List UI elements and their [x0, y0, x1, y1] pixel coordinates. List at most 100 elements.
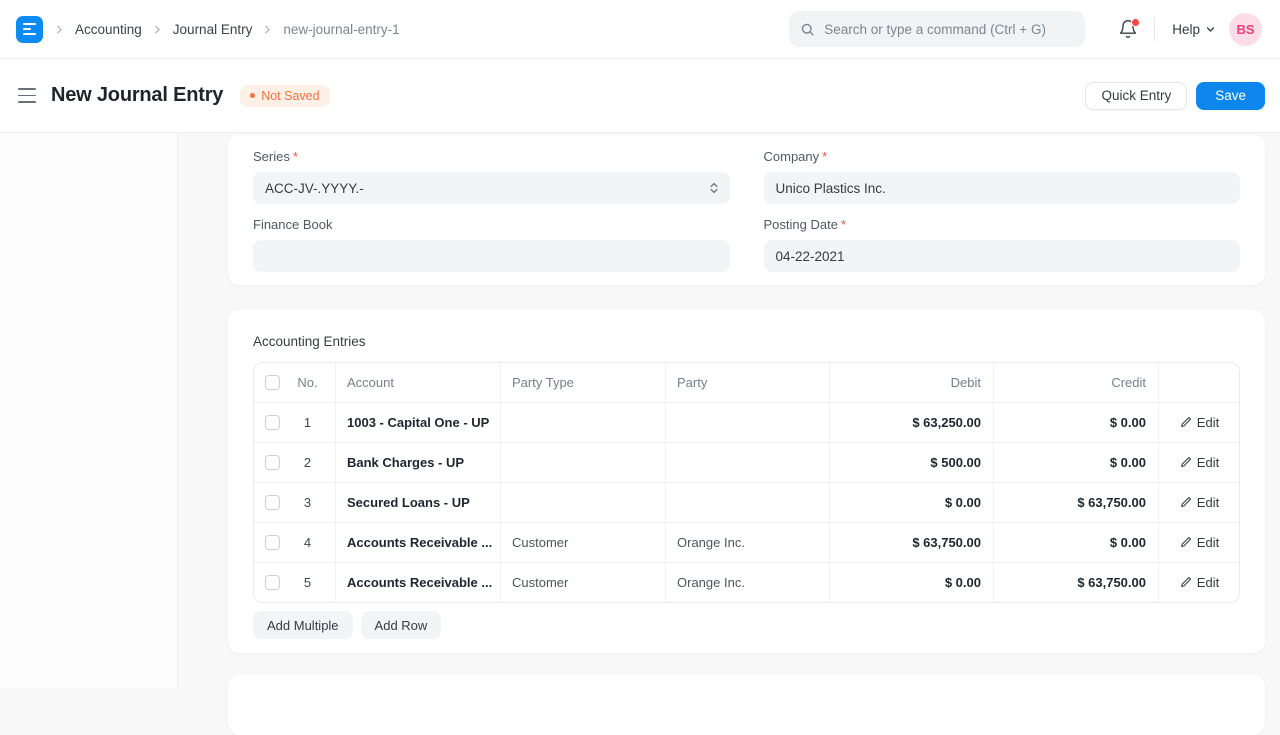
chevron-right-icon — [151, 23, 164, 36]
account-cell[interactable]: Bank Charges - UP — [336, 443, 501, 482]
header-cell-party: Party — [666, 363, 830, 402]
field-input-finance-book[interactable] — [253, 240, 730, 272]
header-cell-edit — [1159, 363, 1239, 402]
breadcrumb: AccountingJournal Entrynew-journal-entry… — [53, 22, 400, 37]
required-asterisk: * — [841, 217, 846, 232]
notifications-button[interactable] — [1118, 19, 1138, 39]
row-number-cell: 3 — [254, 483, 336, 522]
account-cell[interactable]: 1003 - Capital One - UP — [336, 403, 501, 442]
page-header: New Journal Entry Not Saved Quick Entry … — [0, 59, 1280, 133]
select-all-checkbox[interactable] — [265, 375, 280, 390]
debit-cell[interactable]: $ 500.00 — [830, 443, 994, 482]
quick-entry-button[interactable]: Quick Entry — [1085, 82, 1187, 110]
chevron-down-icon — [1205, 24, 1216, 35]
party-type-cell[interactable]: Customer — [501, 563, 666, 602]
debit-cell[interactable]: $ 63,250.00 — [830, 403, 994, 442]
field-label: Series — [253, 149, 290, 164]
next-section-card — [228, 675, 1265, 735]
select-chevron-icon — [707, 181, 721, 195]
pencil-icon — [1179, 536, 1192, 549]
party-cell[interactable] — [666, 443, 830, 482]
save-button[interactable]: Save — [1196, 82, 1265, 110]
row-checkbox[interactable] — [265, 415, 280, 430]
party-cell[interactable] — [666, 483, 830, 522]
account-cell[interactable]: Accounts Receivable ... — [336, 523, 501, 562]
party-type-cell[interactable] — [501, 403, 666, 442]
accounting-entries-table: No. Account Party Type Party Debit Credi… — [253, 362, 1240, 603]
row-checkbox[interactable] — [265, 575, 280, 590]
table-header-row: No. Account Party Type Party Debit Credi… — [254, 363, 1239, 402]
chevron-right-icon — [261, 23, 274, 36]
row-number: 3 — [280, 495, 335, 510]
pencil-icon — [1179, 416, 1192, 429]
breadcrumb-item-journal-entry[interactable]: Journal Entry — [173, 22, 253, 37]
credit-cell[interactable]: $ 0.00 — [994, 403, 1159, 442]
debit-cell[interactable]: $ 0.00 — [830, 563, 994, 602]
edit-label: Edit — [1197, 415, 1219, 430]
help-menu-button[interactable]: Help — [1172, 22, 1216, 37]
search-input[interactable] — [822, 21, 1074, 38]
field-input-company[interactable]: Unico Plastics Inc. — [764, 172, 1241, 204]
credit-cell[interactable]: $ 0.00 — [994, 523, 1159, 562]
field-label: Company — [764, 149, 820, 164]
party-cell[interactable]: Orange Inc. — [666, 563, 830, 602]
edit-label: Edit — [1197, 495, 1219, 510]
account-cell[interactable]: Accounts Receivable ... — [336, 563, 501, 602]
row-checkbox[interactable] — [265, 495, 280, 510]
credit-cell[interactable]: $ 63,750.00 — [994, 483, 1159, 522]
credit-cell[interactable]: $ 63,750.00 — [994, 563, 1159, 602]
account-cell[interactable]: Secured Loans - UP — [336, 483, 501, 522]
row-number-cell: 5 — [254, 563, 336, 602]
edit-row-button[interactable]: Edit — [1179, 535, 1219, 550]
row-number-cell: 2 — [254, 443, 336, 482]
field-input-series[interactable]: ACC-JV-.YYYY.- — [253, 172, 730, 204]
status-badge: Not Saved — [240, 85, 329, 107]
global-search-bar[interactable] — [789, 11, 1085, 47]
party-type-cell[interactable]: Customer — [501, 523, 666, 562]
user-avatar[interactable]: BS — [1229, 13, 1262, 46]
row-number: 1 — [280, 415, 335, 430]
edit-row-button[interactable]: Edit — [1179, 575, 1219, 590]
pencil-icon — [1179, 496, 1192, 509]
field-value: Unico Plastics Inc. — [776, 181, 886, 196]
chevron-right-icon — [53, 23, 66, 36]
sidebar-toggle-button[interactable] — [16, 86, 38, 104]
pencil-icon — [1179, 456, 1192, 469]
edit-row-button[interactable]: Edit — [1179, 455, 1219, 470]
section-title: Accounting Entries — [253, 334, 1240, 349]
field-label: Posting Date — [764, 217, 838, 232]
table-row: 3 Secured Loans - UP $ 0.00 $ 63,750.00 … — [254, 482, 1239, 522]
header-cell-debit: Debit — [830, 363, 994, 402]
edit-cell: Edit — [1159, 443, 1239, 482]
field-input-posting-date[interactable]: 04-22-2021 — [764, 240, 1241, 272]
row-checkbox[interactable] — [265, 455, 280, 470]
column-label: No. — [280, 375, 335, 390]
add-row-button[interactable]: Add Row — [361, 611, 442, 639]
navbar-divider — [1154, 17, 1155, 41]
form-sidebar — [0, 133, 178, 688]
party-type-cell[interactable] — [501, 443, 666, 482]
field-value: ACC-JV-.YYYY.- — [265, 181, 364, 196]
add-multiple-button[interactable]: Add Multiple — [253, 611, 353, 639]
breadcrumb-item-accounting[interactable]: Accounting — [75, 22, 142, 37]
credit-cell[interactable]: $ 0.00 — [994, 443, 1159, 482]
edit-label: Edit — [1197, 535, 1219, 550]
edit-row-button[interactable]: Edit — [1179, 495, 1219, 510]
row-checkbox[interactable] — [265, 535, 280, 550]
field-label: Finance Book — [253, 217, 333, 232]
header-cell-account: Account — [336, 363, 501, 402]
party-cell[interactable]: Orange Inc. — [666, 523, 830, 562]
erpnext-logo-glyph — [23, 23, 36, 36]
edit-label: Edit — [1197, 455, 1219, 470]
row-number-cell: 1 — [254, 403, 336, 442]
edit-row-button[interactable]: Edit — [1179, 415, 1219, 430]
navbar-right-group: Help BS — [789, 11, 1262, 47]
header-actions: Quick Entry Save — [1085, 82, 1265, 110]
party-cell[interactable] — [666, 403, 830, 442]
party-type-cell[interactable] — [501, 483, 666, 522]
header-cell-credit: Credit — [994, 363, 1159, 402]
header-cell-party-type: Party Type — [501, 363, 666, 402]
debit-cell[interactable]: $ 0.00 — [830, 483, 994, 522]
erpnext-logo[interactable] — [16, 16, 43, 43]
debit-cell[interactable]: $ 63,750.00 — [830, 523, 994, 562]
